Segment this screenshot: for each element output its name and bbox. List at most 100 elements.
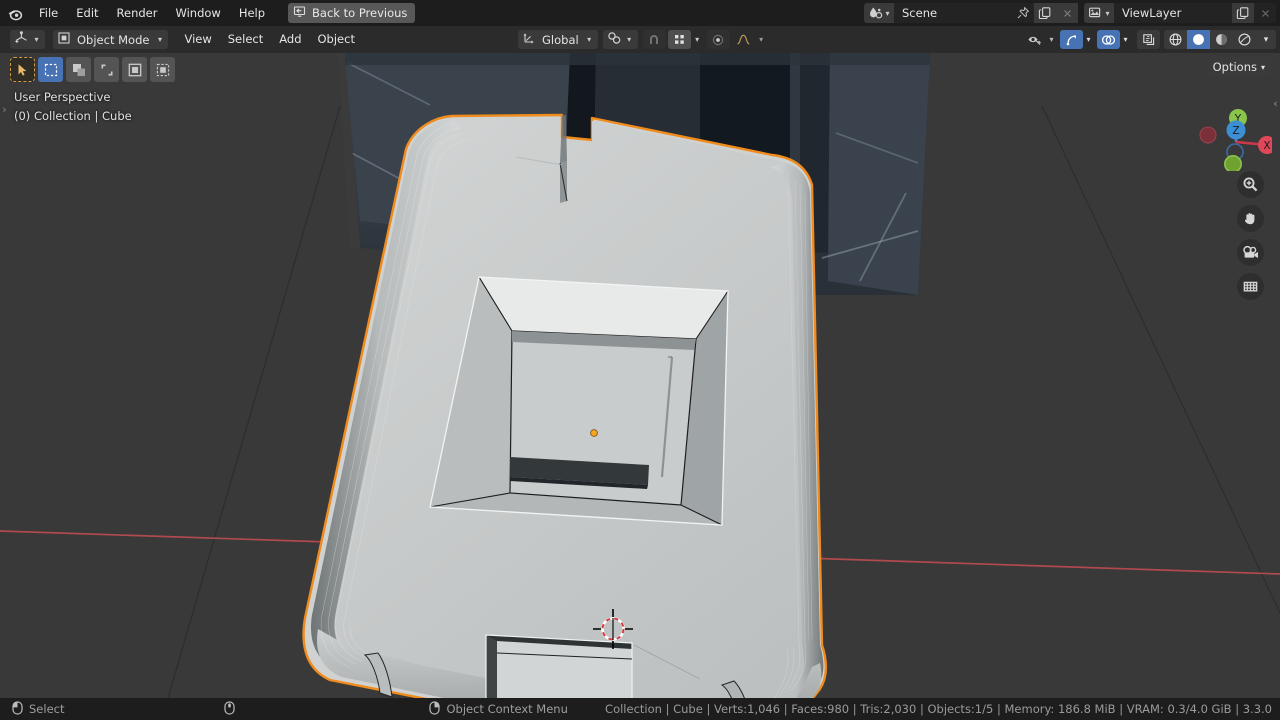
menu-select[interactable]: Select [220,26,271,53]
options-button[interactable]: Options ▾ [1206,57,1271,77]
chevron-down-icon: ▾ [1260,62,1265,72]
menu-window[interactable]: Window [166,0,229,26]
unlink-scene-icon[interactable] [1056,3,1078,23]
chevron-down-icon: ▾ [627,35,632,44]
top-bar: File Edit Render Window Help Back to Pre… [0,0,1280,26]
viewport-3d[interactable]: › ‹ User Perspective (0) Collection | Cu… [0,53,1280,698]
shading-rendered-icon[interactable] [1233,30,1256,49]
options-label: Options [1212,60,1257,74]
view-perspective-label: User Perspective [14,90,111,104]
chevron-down-icon[interactable]: ▾ [693,30,702,49]
status-hint-right-click: Object Context Menu [429,700,568,718]
select-box-icon[interactable] [38,57,63,82]
scene-selector[interactable]: ▾ Scene [864,3,1078,23]
chevron-down-icon: ▾ [34,35,39,44]
viewlayer-selector[interactable]: ▾ ViewLayer [1084,3,1276,23]
gizmo-z-label: Z [1232,125,1239,137]
select-all-icon[interactable] [150,57,175,82]
scene-name-value[interactable]: Scene [894,3,1012,23]
shading-mode-group: ▾ [1164,30,1276,49]
toolbar-expand-arrow[interactable]: › [0,99,9,119]
chevron-down-icon[interactable]: ▾ [1084,30,1093,49]
gizmo-neg-x[interactable] [1199,126,1217,144]
transform-orientation-label: Global [542,32,579,47]
mouse-right-icon [429,700,441,718]
pivot-point-selector[interactable]: ▾ [602,30,638,49]
transform-orientation-selector[interactable]: Global ▾ [518,30,598,49]
viewport-scene [0,53,1280,698]
editor-type-3dview-icon [14,31,29,48]
new-scene-icon[interactable] [1034,3,1056,23]
menu-help[interactable]: Help [230,0,274,26]
menu-object[interactable]: Object [310,26,363,53]
object-mode-icon [57,31,71,48]
status-bar: Select Object Context Menu Collection | … [0,698,1280,720]
select-lasso-icon[interactable] [94,57,119,82]
status-hint-right-label: Object Context Menu [446,702,568,716]
viewport-nav-buttons [1237,171,1264,300]
mode-selector[interactable]: Object Mode ▾ [53,30,169,49]
grid-perspective-icon[interactable] [1237,273,1264,300]
tweak-tool-button[interactable] [10,57,35,82]
viewport-header: ▾ Object Mode ▾ View Select Add Object G… [0,26,1280,53]
select-extend-icon[interactable] [122,57,147,82]
snap-target-icon[interactable] [667,30,691,49]
object-type-visibility-icon[interactable] [1023,30,1046,49]
chevron-down-icon: ▾ [1263,34,1269,45]
chevron-down-icon[interactable]: ▾ [1121,30,1130,49]
menu-view[interactable]: View [176,26,219,53]
shading-dropdown-button[interactable]: ▾ [1256,30,1276,49]
shading-material-icon[interactable] [1210,30,1233,49]
toggle-xray-icon[interactable] [1137,30,1160,49]
menu-add[interactable]: Add [271,26,309,53]
pin-icon[interactable] [1012,3,1034,23]
select-tools-group [38,57,175,82]
shading-wireframe-icon[interactable] [1164,30,1187,49]
select-circle-icon[interactable] [66,57,91,82]
status-hint-middle-click [224,700,241,718]
hand-pan-icon[interactable] [1237,205,1264,232]
menu-file[interactable]: File [30,0,67,26]
blender-window: File Edit Render Window Help Back to Pre… [0,0,1280,720]
navigation-gizmo[interactable]: Y Z X [1186,85,1272,171]
scene-statistics: Collection | Cube | Verts:1,046 | Faces:… [605,702,1272,716]
proportional-edit-icon [607,31,622,48]
mode-label: Object Mode [77,32,150,47]
recessed-well [429,276,729,526]
status-hint-left-label: Select [29,702,65,716]
back-to-previous-button[interactable]: Back to Previous [288,3,416,23]
back-to-previous-icon [292,4,307,22]
snap-magnet-icon[interactable] [642,30,666,49]
scene-data-icon[interactable]: ▾ [864,3,894,23]
falloff-curve-icon[interactable] [732,30,755,49]
viewport-tool-strip [10,57,175,82]
chevron-down-icon[interactable]: ▾ [757,30,766,49]
new-viewlayer-icon[interactable] [1232,3,1254,23]
back-to-previous-label: Back to Previous [312,6,408,20]
proportional-edit-toggle[interactable] [706,30,730,49]
chevron-down-icon: ▾ [157,35,162,44]
viewport-info-text: User Perspective (0) Collection | Cube [14,88,132,125]
show-gizmo-icon[interactable] [1060,30,1083,49]
camera-icon[interactable] [1237,239,1264,266]
unlink-viewlayer-icon[interactable] [1254,3,1276,23]
viewport-header-right: ▾ ▾ ▾ ▾ [1023,30,1276,49]
status-hint-left-click: Select [12,700,65,718]
topbar-right-group: ▾ Scene ▾ ViewLayer [864,3,1276,23]
chevron-down-icon[interactable]: ▾ [1047,30,1056,49]
lower-block [485,634,633,698]
viewlayer-name-value[interactable]: ViewLayer [1114,3,1232,23]
chevron-down-icon: ▾ [587,35,592,44]
gizmo-x-label: X [1263,140,1270,152]
gizmo-neg-y[interactable] [1224,155,1242,171]
blender-logo-icon[interactable] [0,0,30,26]
menu-edit[interactable]: Edit [67,0,107,26]
menu-render[interactable]: Render [108,0,167,26]
sidebar-expand-arrow[interactable]: ‹ [1271,93,1280,113]
shading-solid-icon[interactable] [1187,30,1210,49]
editor-type-button[interactable]: ▾ [10,30,45,49]
show-overlays-icon[interactable] [1097,30,1120,49]
viewlayer-data-icon[interactable]: ▾ [1084,3,1114,23]
zoom-magnifier-icon[interactable] [1237,171,1264,198]
transform-orientation-icon [522,31,536,48]
